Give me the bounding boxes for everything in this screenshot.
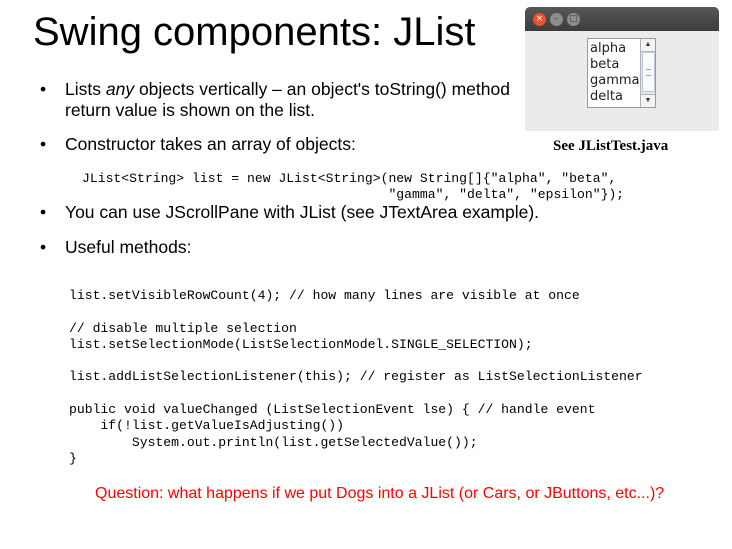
question-text: Question: what happens if we put Dogs in… <box>95 485 665 502</box>
scroll-up-icon[interactable]: ▲ <box>641 39 655 52</box>
scroll-down-icon[interactable]: ▼ <box>641 94 655 107</box>
list-item[interactable]: gamma <box>590 73 640 89</box>
bullet-text-emphasis: any <box>105 79 135 99</box>
minimize-icon[interactable]: – <box>550 13 563 26</box>
demo-caption: See JListTest.java <box>553 138 669 154</box>
maximize-icon[interactable]: □ <box>567 13 580 26</box>
bullet-dot: • <box>40 202 47 222</box>
bullet-text: Useful methods: <box>65 237 192 257</box>
bullet-dot: • <box>40 237 47 257</box>
code-methods: list.setVisibleRowCount(4); // how many … <box>69 288 643 466</box>
slide-title: Swing components: JList <box>33 10 476 54</box>
jlist-demo-window: × – □ alpha beta gamma delta ▲ ▼ <box>525 7 719 131</box>
grip-icon <box>646 69 651 76</box>
code-constructor: JList<String> list = new JList<String>(n… <box>82 171 625 203</box>
bullet-text: Constructor takes an array of objects: <box>65 134 356 154</box>
bullet-dot: • <box>40 79 47 99</box>
list-item[interactable]: alpha <box>590 41 626 57</box>
bullet-text: Lists any objects vertically – an object… <box>65 79 525 121</box>
scrollbar-thumb[interactable] <box>642 52 655 92</box>
window-titlebar[interactable]: × – □ <box>525 7 719 31</box>
bullet-dot: • <box>40 134 47 154</box>
close-icon[interactable]: × <box>533 13 546 26</box>
vertical-scrollbar[interactable]: ▲ ▼ <box>640 39 655 107</box>
list-item[interactable]: delta <box>590 89 623 105</box>
bullet-text-pre: Lists <box>65 79 106 99</box>
bullet-text: You can use JScrollPane with JList (see … <box>65 202 540 222</box>
jlist-listbox[interactable]: alpha beta gamma delta ▲ ▼ <box>587 38 656 108</box>
list-item[interactable]: beta <box>590 57 619 73</box>
